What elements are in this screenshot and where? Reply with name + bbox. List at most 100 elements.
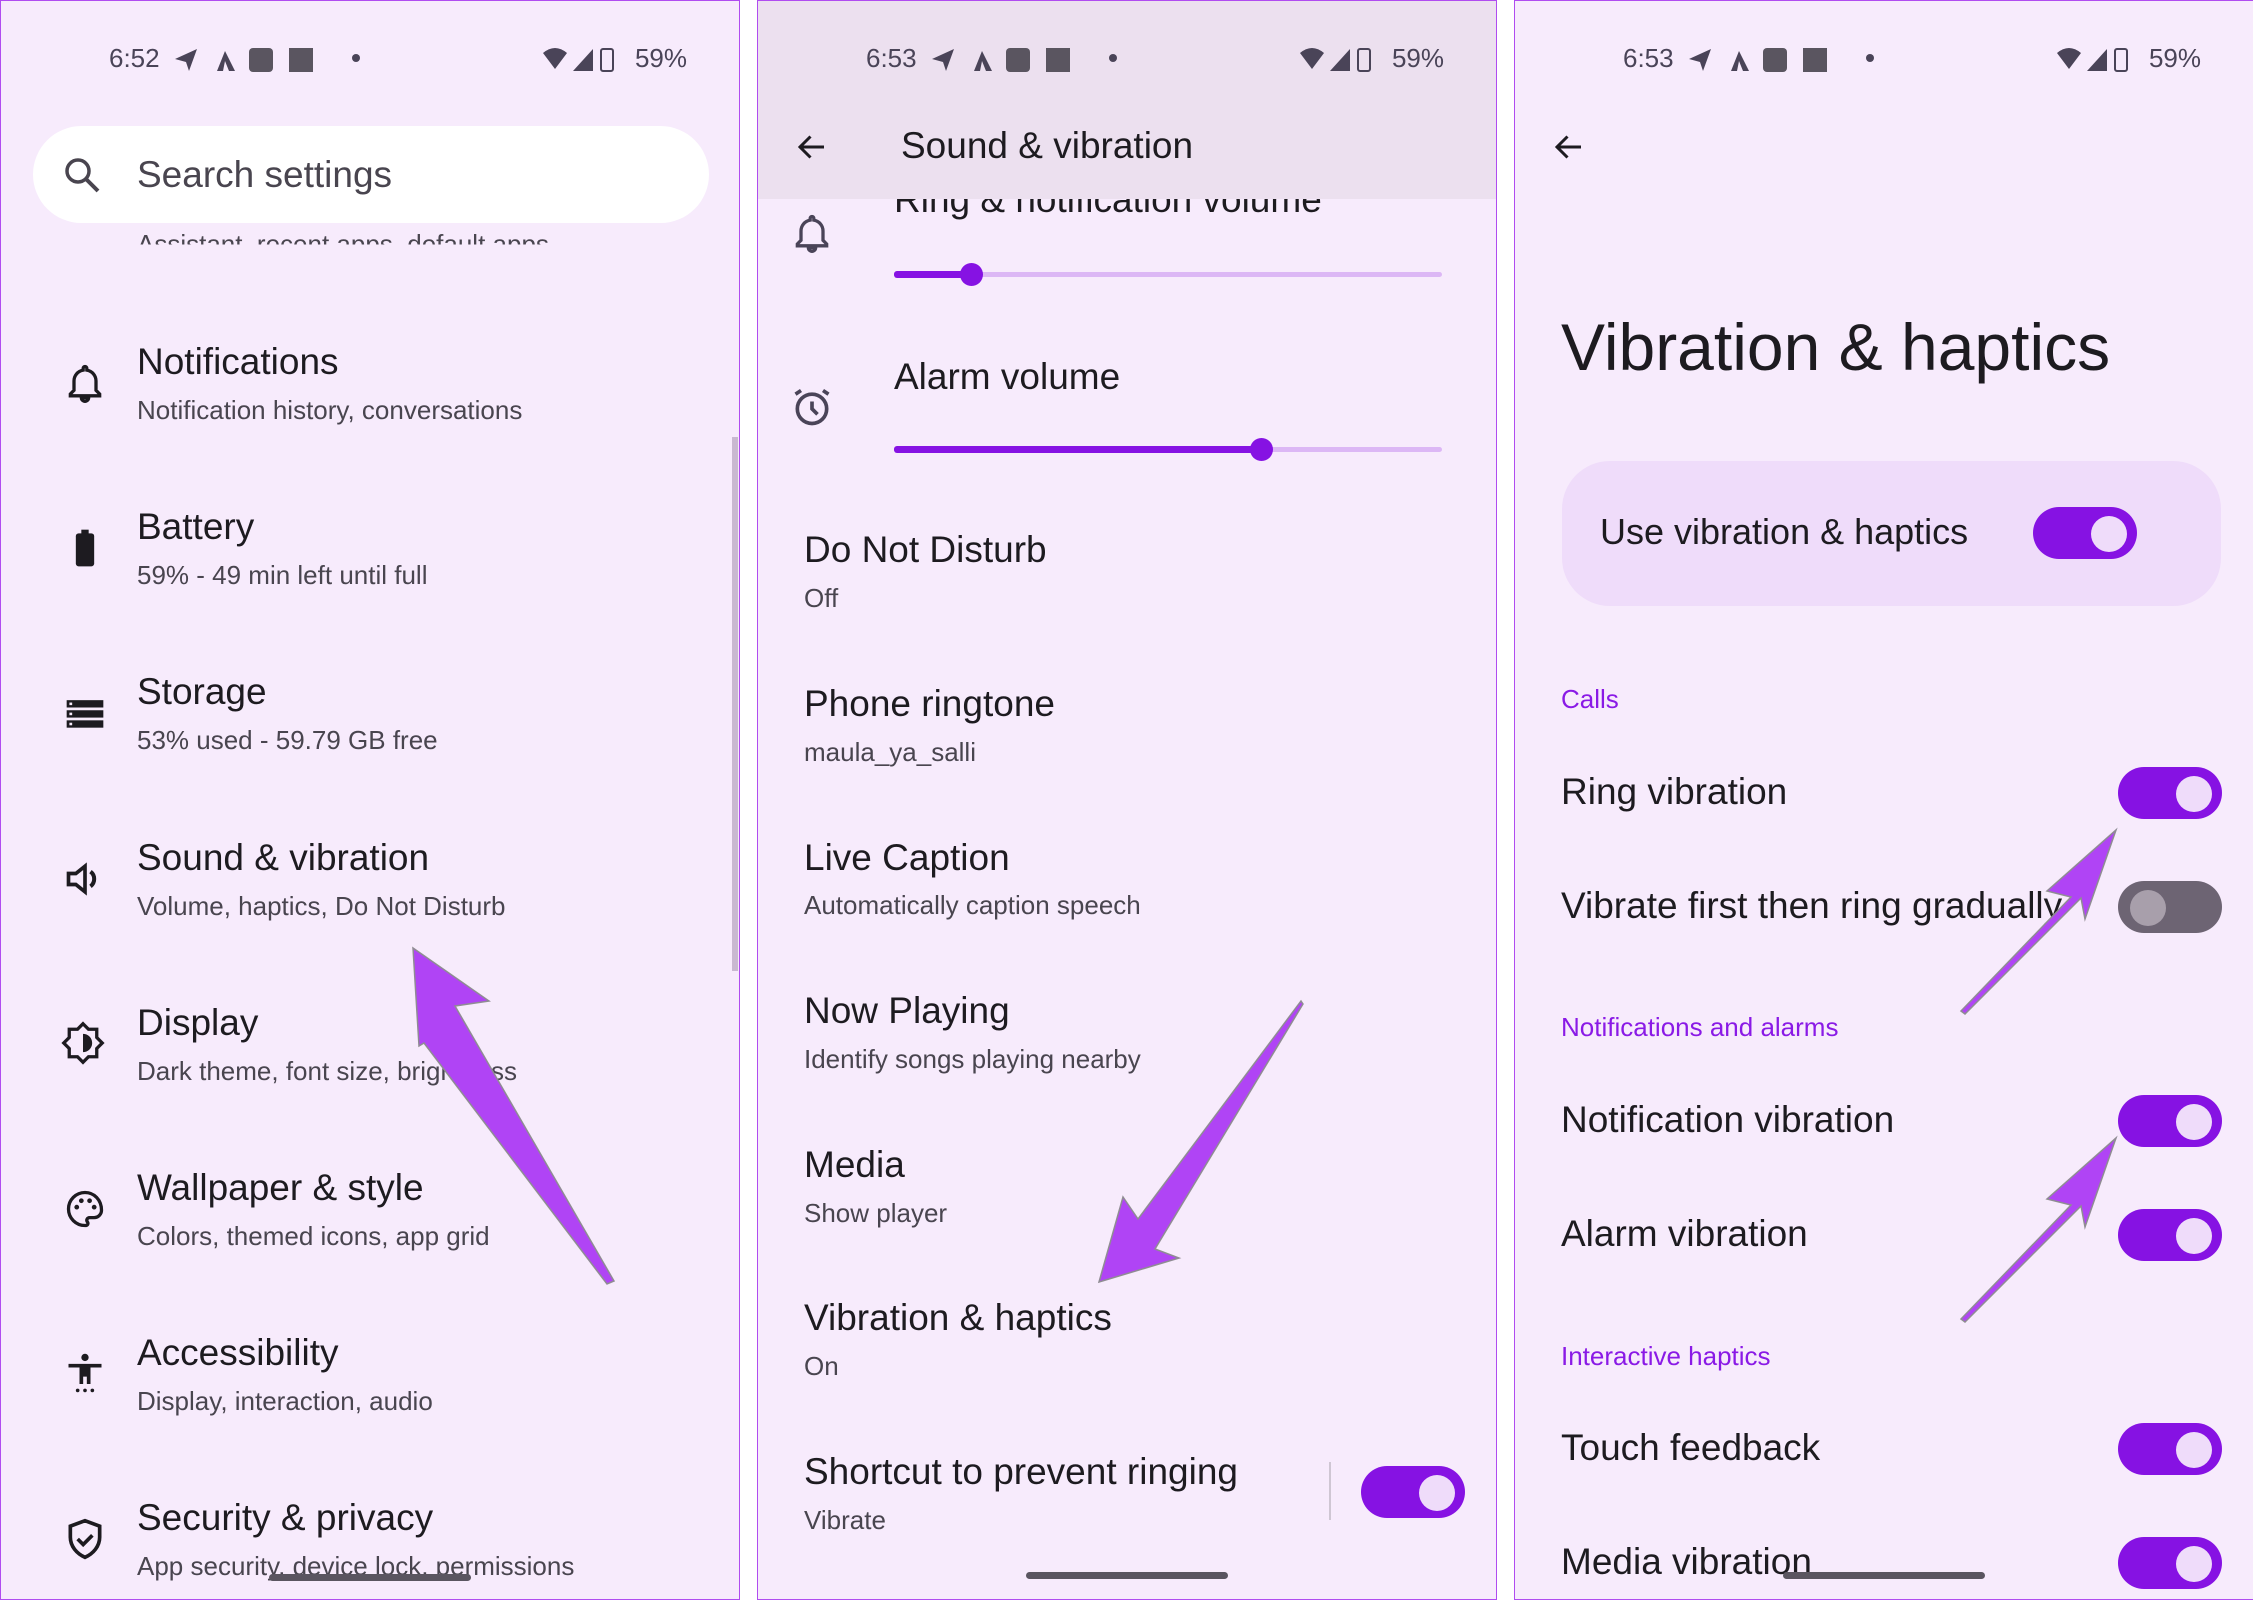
notification-icons bbox=[1689, 48, 1827, 72]
item-title: Phone ringtone bbox=[804, 683, 1055, 724]
battery-percent: 59% bbox=[2148, 43, 2201, 73]
accessibility-icon bbox=[68, 1353, 102, 1393]
toggle-knob bbox=[2176, 1218, 2212, 1254]
toggle-knob bbox=[1419, 1475, 1455, 1511]
vibration-haptics-screen: 6:53 59% Vibration & haptics Use vibrati… bbox=[1514, 0, 2253, 1600]
slider-label: Alarm volume bbox=[894, 356, 1121, 397]
shield-check-icon bbox=[68, 1518, 102, 1560]
palette-icon bbox=[66, 1190, 104, 1228]
divider bbox=[1329, 1462, 1331, 1520]
item-title: Shortcut to prevent ringing bbox=[804, 1451, 1238, 1492]
status-bar: 6:53 59% bbox=[1515, 41, 2253, 77]
page-title: Vibration & haptics bbox=[1561, 310, 2111, 384]
back-arrow-icon[interactable] bbox=[792, 129, 832, 165]
slider-thumb[interactable] bbox=[1250, 438, 1273, 461]
toggle-knob bbox=[2176, 1432, 2212, 1468]
row-label: Vibrate first then ring gradually bbox=[1561, 885, 2063, 926]
slider-fill bbox=[894, 446, 1261, 453]
section-header-notifications-alarms: Notifications and alarms bbox=[1561, 1012, 1839, 1042]
item-title: Accessibility bbox=[137, 1332, 339, 1373]
partial-item-subtitle: Assistant, recent apps, default apps bbox=[137, 229, 549, 259]
item-subtitle: Dark theme, font size, brightness bbox=[137, 1056, 518, 1086]
annotation-arrow bbox=[1097, 999, 1304, 1284]
alarm-clock-icon bbox=[794, 388, 830, 426]
more-notifications-dot-icon bbox=[1109, 54, 1117, 62]
item-subtitle: 59% - 49 min left until full bbox=[137, 560, 428, 590]
gesture-home-bar[interactable] bbox=[1783, 1572, 1985, 1579]
item-subtitle: Notification history, conversations bbox=[137, 395, 523, 425]
item-subtitle: On bbox=[804, 1351, 839, 1381]
top-app-bar: 6:53 59% Sound & vibration bbox=[758, 1, 1496, 199]
item-title: Sound & vibration bbox=[137, 837, 430, 878]
item-subtitle: Vibrate bbox=[804, 1505, 886, 1535]
gesture-home-bar[interactable] bbox=[1026, 1572, 1228, 1579]
battery-percent: 59% bbox=[634, 43, 687, 73]
gesture-home-bar[interactable] bbox=[269, 1574, 471, 1581]
item-title: Battery bbox=[137, 506, 255, 547]
use-vibration-haptics-card[interactable]: Use vibration & haptics bbox=[1562, 461, 2221, 606]
row-label: Ring vibration bbox=[1561, 771, 1788, 812]
storage-icon bbox=[66, 700, 104, 728]
status-time: 6:53 bbox=[1623, 43, 1674, 73]
back-arrow-icon[interactable] bbox=[1549, 129, 1589, 165]
notification-vibration-toggle[interactable] bbox=[2118, 1095, 2222, 1147]
item-subtitle: Display, interaction, audio bbox=[137, 1386, 433, 1416]
search-placeholder: Search settings bbox=[137, 154, 393, 195]
shortcut-prevent-ringing-toggle[interactable] bbox=[1361, 1466, 1465, 1518]
volume-icon bbox=[66, 862, 97, 896]
status-bar: 6:52 59% bbox=[1, 41, 739, 77]
item-title: Now Playing bbox=[804, 990, 1010, 1031]
media-vibration-toggle[interactable] bbox=[2118, 1537, 2222, 1589]
notification-icons bbox=[932, 48, 1070, 72]
item-subtitle: Off bbox=[804, 583, 839, 613]
sound-vibration-screen: Ring & notification volume 6:53 59% Soun… bbox=[757, 0, 1497, 1600]
search-settings-bar[interactable]: Search settings bbox=[33, 126, 709, 223]
toggle-knob bbox=[2091, 516, 2127, 552]
alarm-vibration-toggle[interactable] bbox=[2118, 1209, 2222, 1261]
touch-feedback-toggle[interactable] bbox=[2118, 1423, 2222, 1475]
battery-icon bbox=[75, 529, 95, 567]
bell-icon bbox=[795, 214, 829, 253]
item-subtitle: maula_ya_salli bbox=[804, 737, 976, 767]
item-title: Wallpaper & style bbox=[137, 1167, 424, 1208]
ring-volume-slider[interactable] bbox=[894, 263, 1442, 286]
slider-thumb[interactable] bbox=[960, 263, 983, 286]
main-toggle-label: Use vibration & haptics bbox=[1600, 511, 1969, 552]
more-notifications-dot-icon bbox=[1866, 54, 1874, 62]
row-label: Media vibration bbox=[1561, 1541, 1812, 1582]
search-icon bbox=[65, 158, 100, 193]
scrollbar[interactable] bbox=[732, 437, 738, 971]
row-label: Touch feedback bbox=[1561, 1427, 1821, 1468]
battery-percent: 59% bbox=[1391, 43, 1444, 73]
item-subtitle: Volume, haptics, Do Not Disturb bbox=[137, 891, 506, 921]
status-time: 6:52 bbox=[109, 43, 160, 73]
item-title: Vibration & haptics bbox=[804, 1297, 1112, 1338]
bell-icon bbox=[68, 364, 102, 403]
item-subtitle: Identify songs playing nearby bbox=[804, 1044, 1141, 1074]
connectivity-icons bbox=[2057, 48, 2128, 72]
toggle-knob bbox=[2176, 1546, 2212, 1582]
brightness-icon bbox=[61, 1021, 105, 1065]
notification-icons bbox=[175, 48, 313, 72]
alarm-volume-slider[interactable] bbox=[894, 438, 1442, 461]
item-title: Do Not Disturb bbox=[804, 529, 1047, 570]
item-title: Display bbox=[137, 1002, 259, 1043]
section-header-calls: Calls bbox=[1561, 684, 1619, 714]
item-title: Media bbox=[804, 1144, 905, 1185]
toggle-knob bbox=[2176, 776, 2212, 812]
item-title: Live Caption bbox=[804, 837, 1010, 878]
connectivity-icons bbox=[1300, 48, 1371, 72]
ring-vibration-toggle[interactable] bbox=[2118, 767, 2222, 819]
row-label: Alarm vibration bbox=[1561, 1213, 1808, 1254]
item-subtitle: Automatically caption speech bbox=[804, 890, 1141, 920]
page-title: Sound & vibration bbox=[901, 125, 1194, 166]
status-time: 6:53 bbox=[866, 43, 917, 73]
item-subtitle: Colors, themed icons, app grid bbox=[137, 1221, 490, 1251]
use-vibration-haptics-toggle[interactable] bbox=[2033, 507, 2137, 559]
item-subtitle: 53% used - 59.79 GB free bbox=[137, 725, 438, 755]
vibrate-first-toggle[interactable] bbox=[2118, 881, 2222, 933]
status-bar: 6:53 59% bbox=[758, 41, 1496, 77]
item-subtitle: Show player bbox=[804, 1198, 948, 1228]
toggle-knob bbox=[2176, 1104, 2212, 1140]
connectivity-icons bbox=[543, 48, 614, 72]
